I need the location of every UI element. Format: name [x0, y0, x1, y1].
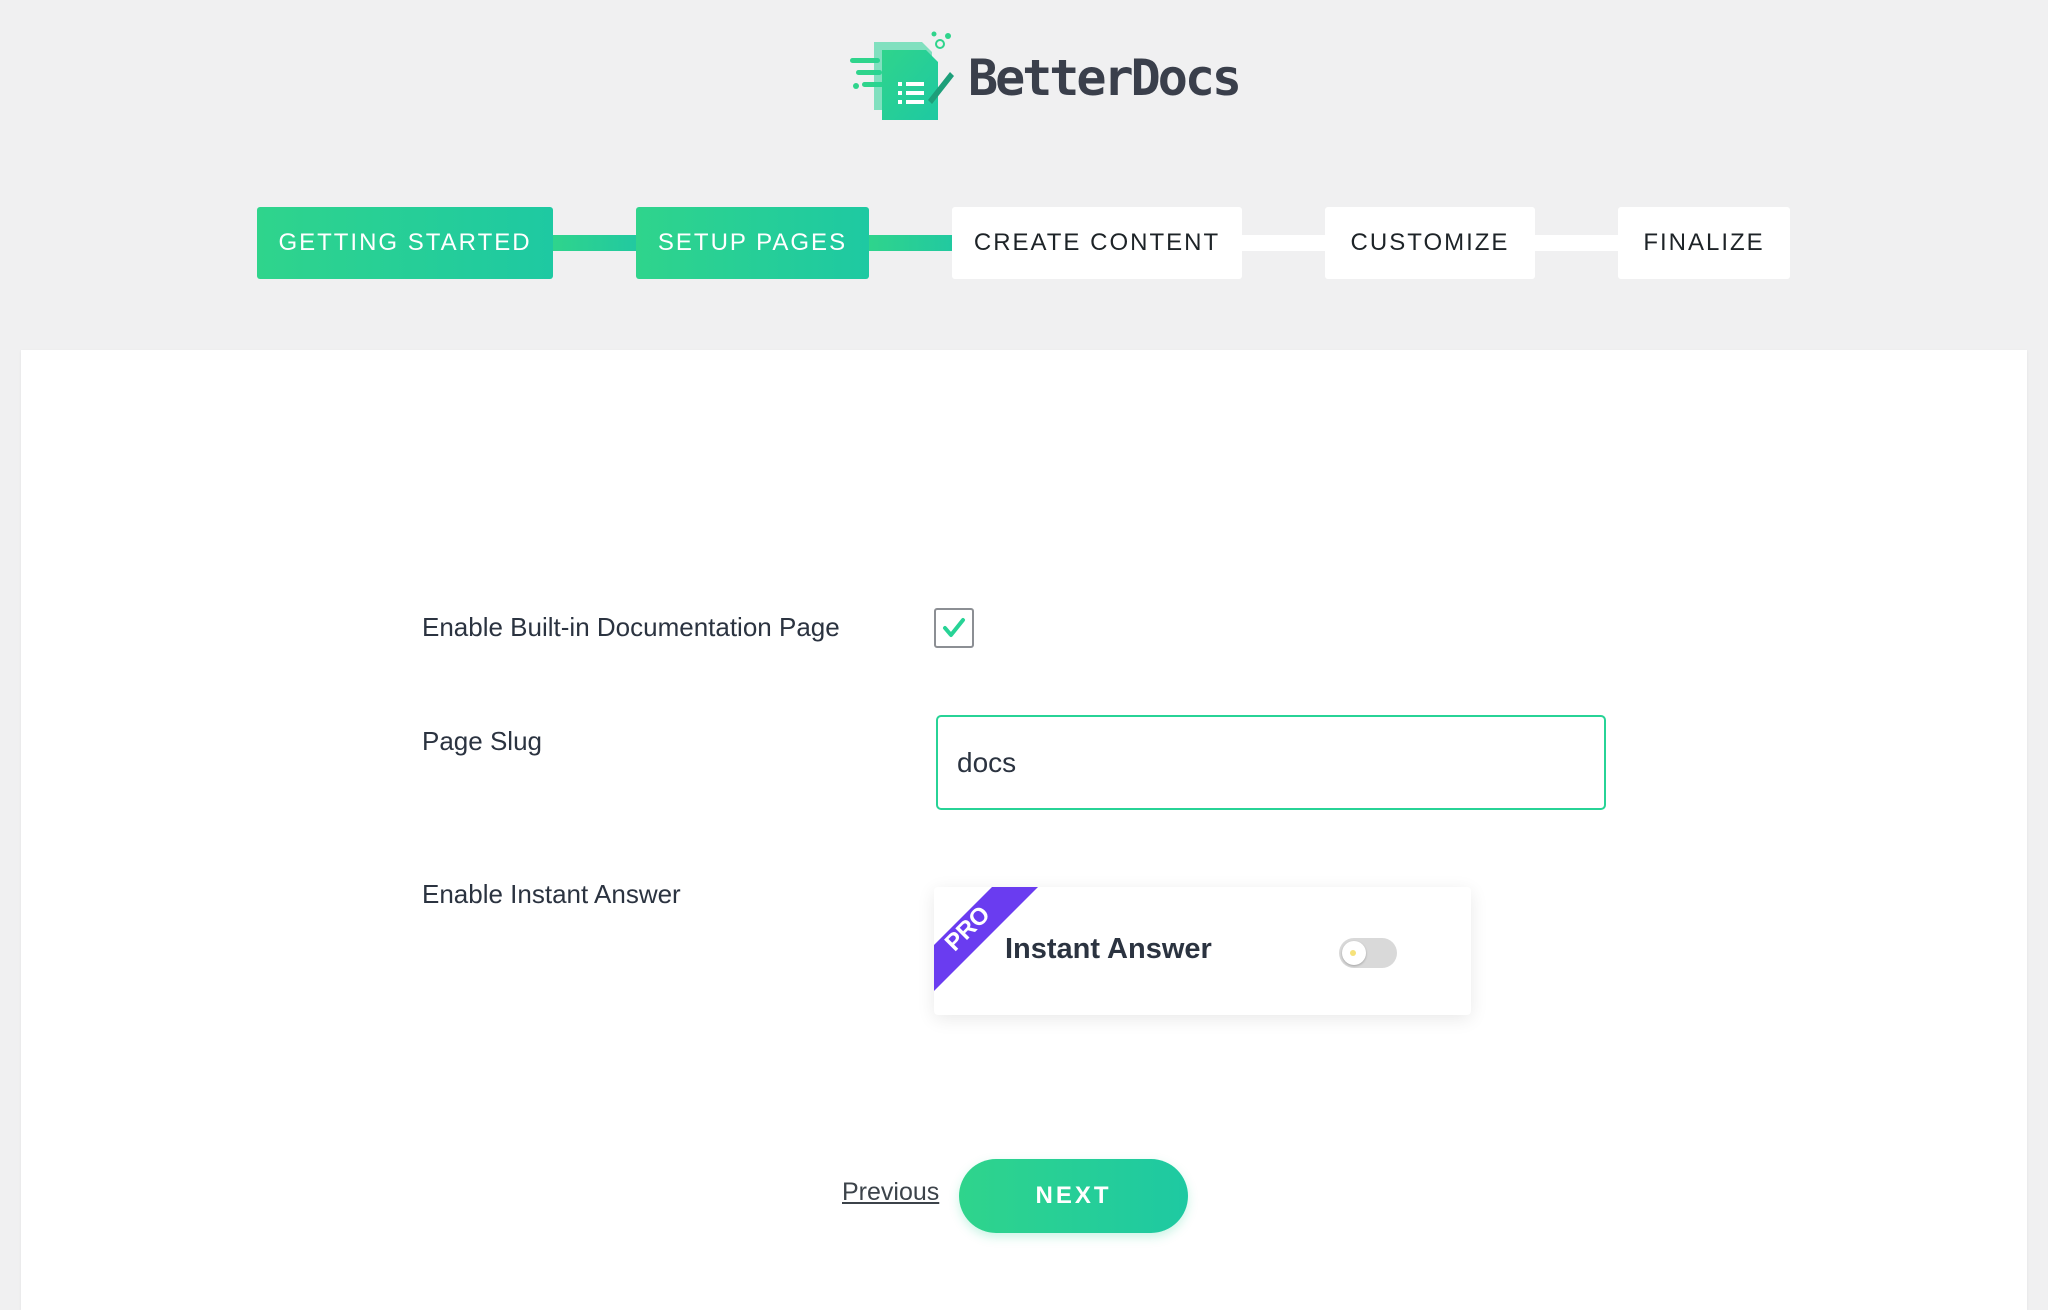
setup-stepper: GETTING STARTED SETUP PAGES CREATE CONTE… — [257, 207, 1791, 279]
step-label: FINALIZE — [1643, 229, 1765, 256]
step-setup-pages[interactable]: SETUP PAGES — [636, 207, 869, 279]
page-slug-input[interactable] — [936, 715, 1606, 810]
page-slug-label: Page Slug — [422, 726, 542, 756]
step-connector — [868, 235, 952, 251]
betterdocs-logo-icon — [850, 31, 954, 120]
step-label: GETTING STARTED — [278, 229, 532, 256]
instant-answer-title: Instant Answer — [1005, 933, 1212, 965]
brand-logo: BetterDocs — [848, 28, 1242, 128]
instant-answer-toggle[interactable] — [1339, 938, 1397, 968]
step-customize[interactable]: CUSTOMIZE — [1325, 207, 1535, 279]
step-label: CUSTOMIZE — [1350, 229, 1510, 256]
step-getting-started[interactable]: GETTING STARTED — [257, 207, 553, 279]
step-label: CREATE CONTENT — [973, 229, 1221, 256]
instant-answer-card: PRO Instant Answer — [934, 887, 1471, 1015]
checkmark-icon — [943, 618, 965, 637]
next-button[interactable]: NEXT — [959, 1159, 1188, 1233]
brand-name: BetterDocs — [968, 49, 1242, 107]
step-label: SETUP PAGES — [657, 229, 848, 256]
toggle-knob — [1342, 941, 1366, 965]
instant-answer-label: Enable Instant Answer — [422, 879, 681, 909]
step-connector — [1534, 235, 1618, 251]
step-finalize[interactable]: FINALIZE — [1618, 207, 1790, 279]
builtin-docs-label: Enable Built-in Documentation Page — [422, 612, 840, 642]
step-connector — [1241, 235, 1325, 251]
step-create-content[interactable]: CREATE CONTENT — [952, 207, 1242, 279]
previous-link[interactable]: Previous — [842, 1178, 939, 1207]
builtin-docs-checkbox[interactable] — [934, 608, 974, 648]
setup-card: Enable Built-in Documentation Page Page … — [21, 350, 2027, 1310]
step-connector — [552, 235, 636, 251]
